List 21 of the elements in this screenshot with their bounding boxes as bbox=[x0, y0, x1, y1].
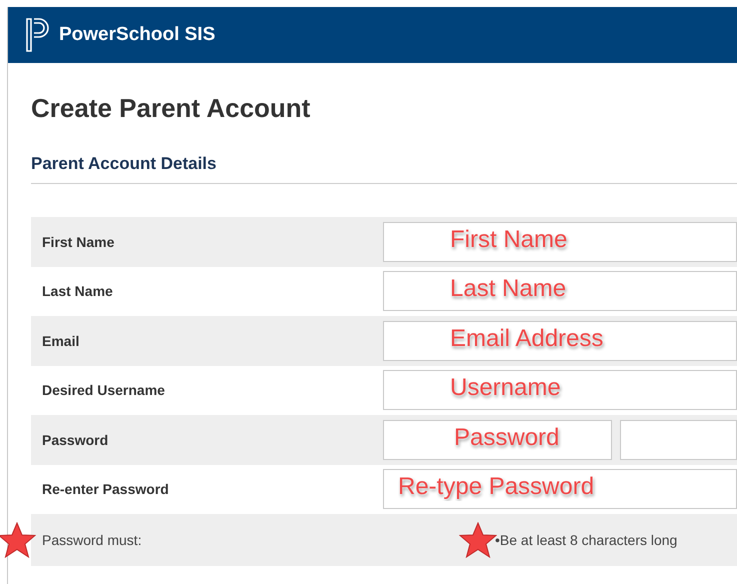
field-label: Re-enter Password bbox=[41, 481, 170, 498]
app-title: PowerSchool SIS bbox=[59, 24, 216, 46]
input-field[interactable]: Last Name bbox=[383, 271, 737, 312]
field-label: Email bbox=[41, 332, 80, 349]
field-label: Password bbox=[41, 432, 110, 448]
star-icon bbox=[0, 522, 36, 558]
input-field[interactable]: Email Address bbox=[383, 320, 737, 361]
input-field[interactable] bbox=[620, 420, 737, 460]
input-field[interactable]: Password bbox=[383, 420, 612, 460]
input-field[interactable]: First Name bbox=[383, 222, 737, 262]
page-title: Create Parent Account bbox=[31, 93, 312, 125]
requirement-label: Password must: bbox=[41, 532, 143, 548]
logo-icon bbox=[25, 18, 51, 52]
field-label: Last Name bbox=[41, 283, 114, 300]
field-label: First Name bbox=[41, 234, 116, 250]
requirement-text: •Be at least 8 characters long bbox=[495, 532, 678, 548]
input-field[interactable]: Re-type Password bbox=[383, 469, 737, 510]
input-field[interactable]: Username bbox=[383, 370, 737, 410]
star-icon bbox=[459, 522, 497, 558]
field-label: Desired Username bbox=[41, 382, 166, 398]
section-title: Parent Account Details bbox=[31, 154, 218, 174]
